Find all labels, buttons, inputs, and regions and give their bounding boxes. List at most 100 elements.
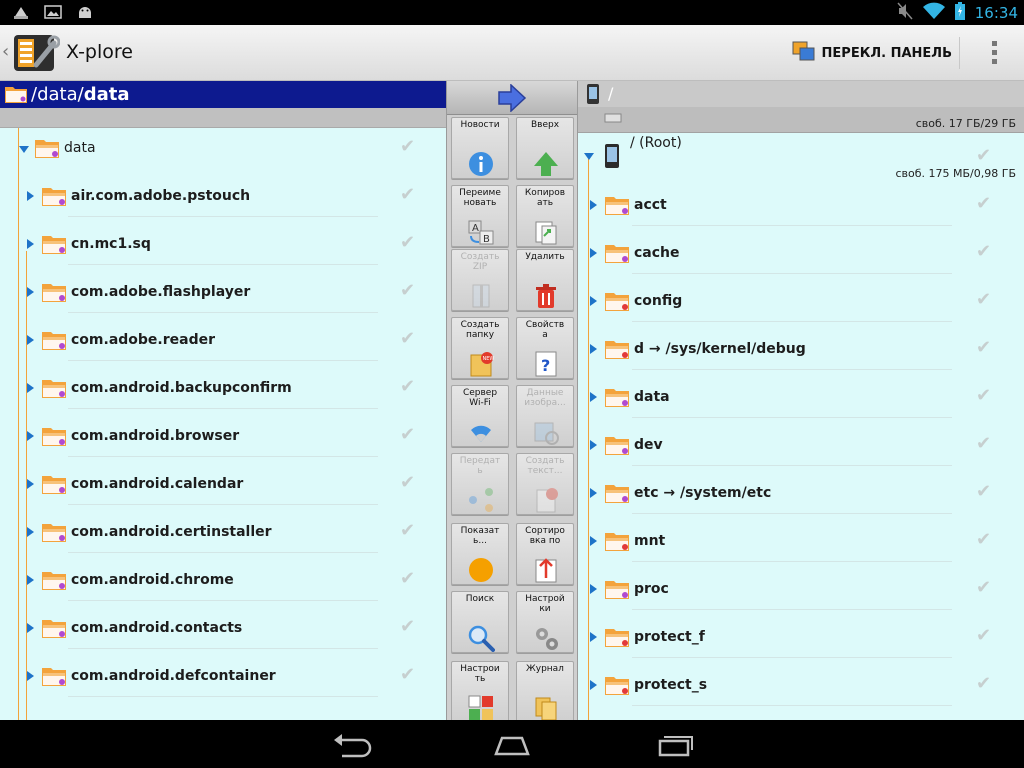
list-item[interactable]: cache ✔: [578, 229, 1024, 277]
expand-arrow-icon[interactable]: [590, 632, 597, 642]
expand-arrow-icon[interactable]: [590, 392, 597, 402]
search-icon[interactable]: [467, 624, 495, 652]
tree-root-row[interactable]: / (Root) ✔: [578, 129, 1024, 177]
expand-arrow-icon[interactable]: [590, 440, 597, 450]
show-icon[interactable]: [467, 556, 495, 584]
checkmark-icon[interactable]: ✔: [976, 433, 991, 454]
tool-button-share[interactable]: Передат ь: [451, 453, 509, 515]
tool-button-arrow-up[interactable]: Вверх: [516, 117, 574, 179]
expanded-arrow-icon[interactable]: [19, 146, 29, 153]
tool-button-log[interactable]: Журнал: [516, 661, 574, 720]
expand-arrow-icon[interactable]: [27, 623, 34, 633]
expand-arrow-icon[interactable]: [27, 431, 34, 441]
overflow-menu-icon[interactable]: [992, 41, 998, 65]
rename-icon[interactable]: AB: [467, 218, 495, 246]
tool-button-configure[interactable]: Настрои ть: [451, 661, 509, 720]
tree-root-row[interactable]: data ✔: [0, 124, 446, 172]
expand-arrow-icon[interactable]: [590, 584, 597, 594]
checkmark-icon[interactable]: ✔: [400, 424, 415, 445]
trash-icon[interactable]: [532, 282, 560, 310]
expand-arrow-icon[interactable]: [27, 575, 34, 585]
expand-arrow-icon[interactable]: [27, 287, 34, 297]
back-icon[interactable]: [332, 732, 372, 758]
info-icon[interactable]: [467, 150, 495, 178]
list-item[interactable]: proc ✔: [578, 565, 1024, 613]
list-item[interactable]: com.android.chrome ✔: [0, 556, 446, 604]
log-icon[interactable]: [532, 694, 560, 720]
tool-button-new-text[interactable]: Создать текст...: [516, 453, 574, 515]
configure-icon[interactable]: [467, 694, 495, 720]
list-item[interactable]: com.android.calendar ✔: [0, 460, 446, 508]
expand-arrow-icon[interactable]: [590, 200, 597, 210]
list-item[interactable]: com.android.browser ✔: [0, 412, 446, 460]
checkmark-icon[interactable]: ✔: [976, 145, 991, 166]
list-item[interactable]: config ✔: [578, 277, 1024, 325]
expand-arrow-icon[interactable]: [590, 296, 597, 306]
list-item[interactable]: com.android.defcontainer ✔: [0, 652, 446, 700]
back-chevron-icon[interactable]: ‹: [2, 41, 9, 62]
home-icon[interactable]: [492, 732, 532, 758]
expand-arrow-icon[interactable]: [27, 239, 34, 249]
switch-panel-button[interactable]: ПЕРЕКЛ. ПАНЕЛЬ: [792, 41, 952, 65]
sort-icon[interactable]: [532, 556, 560, 584]
list-item[interactable]: com.android.backupconfirm ✔: [0, 364, 446, 412]
checkmark-icon[interactable]: ✔: [976, 529, 991, 550]
checkmark-icon[interactable]: ✔: [400, 376, 415, 397]
checkmark-icon[interactable]: ✔: [976, 625, 991, 646]
tool-button-image-data[interactable]: Данные изобра...: [516, 385, 574, 447]
new-folder-icon[interactable]: NEW: [467, 350, 495, 378]
tool-button-zip[interactable]: Создать ZIP: [451, 249, 509, 311]
list-item[interactable]: d → /sys/kernel/debug ✔: [578, 325, 1024, 373]
checkmark-icon[interactable]: ✔: [976, 481, 991, 502]
tool-button-settings[interactable]: Настрой ки: [516, 591, 574, 653]
list-item[interactable]: protect_f ✔: [578, 613, 1024, 661]
expand-arrow-icon[interactable]: [590, 344, 597, 354]
list-item[interactable]: com.android.contacts ✔: [0, 604, 446, 652]
copy-icon[interactable]: [532, 218, 560, 246]
expand-arrow-icon[interactable]: [27, 335, 34, 345]
list-item[interactable]: air.com.adobe.pstouch ✔: [0, 172, 446, 220]
expand-arrow-icon[interactable]: [590, 488, 597, 498]
settings-icon[interactable]: [532, 624, 560, 652]
arrow-right-icon[interactable]: [497, 83, 527, 116]
expand-arrow-icon[interactable]: [27, 383, 34, 393]
expand-arrow-icon[interactable]: [590, 680, 597, 690]
checkmark-icon[interactable]: ✔: [400, 664, 415, 685]
tool-button-new-folder[interactable]: Создать папку NEW: [451, 317, 509, 379]
left-panel-header[interactable]: /data/data: [0, 81, 446, 108]
tool-button-trash[interactable]: Удалить: [516, 249, 574, 311]
checkmark-icon[interactable]: ✔: [976, 241, 991, 262]
tool-button-properties[interactable]: Свойств а?: [516, 317, 574, 379]
checkmark-icon[interactable]: ✔: [976, 193, 991, 214]
checkmark-icon[interactable]: ✔: [976, 337, 991, 358]
checkmark-icon[interactable]: ✔: [400, 328, 415, 349]
tool-button-show[interactable]: Показат ь...: [451, 523, 509, 585]
checkmark-icon[interactable]: ✔: [400, 568, 415, 589]
list-item[interactable]: com.adobe.flashplayer ✔: [0, 268, 446, 316]
checkmark-icon[interactable]: ✔: [400, 232, 415, 253]
expand-arrow-icon[interactable]: [590, 248, 597, 258]
expanded-arrow-icon[interactable]: [584, 153, 594, 160]
list-item[interactable]: cn.mc1.sq ✔: [0, 220, 446, 268]
checkmark-icon[interactable]: ✔: [976, 385, 991, 406]
list-item[interactable]: com.android.certinstaller ✔: [0, 508, 446, 556]
expand-arrow-icon[interactable]: [590, 536, 597, 546]
list-item[interactable]: mnt ✔: [578, 517, 1024, 565]
checkmark-icon[interactable]: ✔: [976, 289, 991, 310]
list-item[interactable]: data ✔: [578, 373, 1024, 421]
tool-button-rename[interactable]: Переиме новать A B: [451, 185, 509, 247]
tool-button-info[interactable]: Новости: [451, 117, 509, 179]
tool-button-sort[interactable]: Сортиро вка по: [516, 523, 574, 585]
list-item[interactable]: acct ✔: [578, 181, 1024, 229]
expand-arrow-icon[interactable]: [27, 671, 34, 681]
checkmark-icon[interactable]: ✔: [400, 280, 415, 301]
expand-arrow-icon[interactable]: [27, 527, 34, 537]
swap-direction-bar[interactable]: [447, 81, 577, 115]
list-item[interactable]: dev ✔: [578, 421, 1024, 469]
tool-button-wifi-server[interactable]: Сервер Wi-Fi: [451, 385, 509, 447]
checkmark-icon[interactable]: ✔: [400, 136, 415, 157]
recent-apps-icon[interactable]: [656, 732, 696, 758]
expand-arrow-icon[interactable]: [27, 191, 34, 201]
tool-button-search[interactable]: Поиск: [451, 591, 509, 653]
right-panel-header[interactable]: /: [578, 81, 1024, 107]
